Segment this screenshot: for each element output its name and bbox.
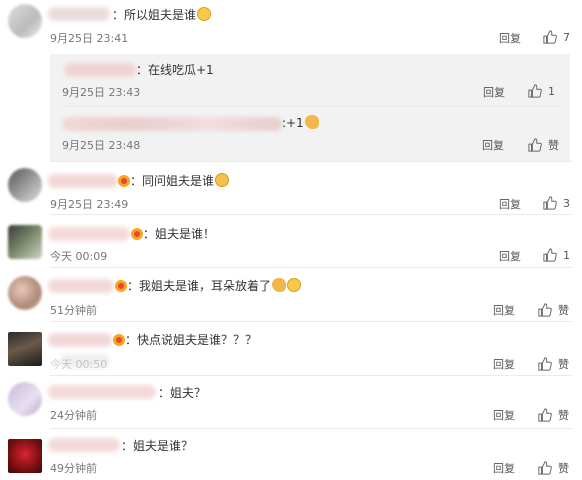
like-button[interactable]: 1 [543,248,570,262]
sub-like-button[interactable]: 赞 [528,137,559,153]
comment-text: ：姐夫？ [158,386,207,400]
like-button[interactable]: 7 [543,30,570,44]
thumbs-up-icon [538,461,552,475]
username[interactable] [48,7,110,21]
username[interactable] [48,227,130,241]
comment-item: ：快点说姐夫是谁？？？ 今天 00:50 回复 赞 [0,322,582,375]
thumbs-up-icon [528,84,542,98]
member-badge-icon [131,228,143,240]
avatar[interactable] [8,382,42,416]
comment-item: ：所以姐夫是谁 9月25日 23:41 回复 7 ：在线吃瓜+1 9月25日 2… [0,0,582,170]
sub-comment-text: :+1 [282,115,319,130]
reply-button[interactable]: 回复 [493,460,515,476]
peace-hand-icon [215,173,230,187]
like-button[interactable]: 赞 [538,356,569,372]
reply-button[interactable]: 回复 [499,30,521,46]
comment-text: ：姐夫是谁！ [131,225,215,242]
sub-username[interactable] [62,117,282,131]
like-button[interactable]: 赞 [538,407,569,423]
comment-text: ：姐夫是谁？ [121,439,194,453]
sub-comment-time: 9月25日 23:43 [62,86,141,99]
comment-time: 24分钟前 [50,409,97,422]
comment-text: ：我姐夫是谁，耳朵放着了 [115,277,302,294]
avatar[interactable] [8,439,42,473]
like-count: 1 [548,84,555,98]
sub-reply-button[interactable]: 回复 [483,84,505,100]
like-count: 7 [563,30,570,44]
username[interactable] [48,438,120,452]
reply-button[interactable]: 回复 [493,356,515,372]
comment-time: 今天 00:09 [50,250,108,263]
avatar[interactable] [8,168,42,202]
like-count: 3 [563,196,570,210]
like-button[interactable]: 赞 [538,460,569,476]
ear-icon [304,115,319,129]
sub-comment-time: 9月25日 23:48 [62,139,141,152]
avatar[interactable] [8,225,42,259]
comment-text: ：所以姐夫是谁 [112,6,212,23]
thumbs-up-icon [528,138,542,152]
username[interactable] [48,333,112,347]
like-count: 赞 [558,304,569,317]
avatar[interactable] [8,332,42,366]
reply-button[interactable]: 回复 [499,248,521,264]
sub-comment-text: ：在线吃瓜+1 [136,63,214,77]
like-count: 赞 [548,139,559,152]
comment-item: ：同问姐夫是谁 9月25日 23:49 回复 3 [0,162,582,214]
avatar[interactable] [8,4,42,38]
comment-item: ：我姐夫是谁，耳朵放着了 51分钟前 回复 赞 [0,268,582,321]
reply-button[interactable]: 回复 [493,302,515,318]
member-badge-icon [118,175,130,187]
thumbs-up-icon [543,196,557,210]
thumbs-up-icon [538,303,552,317]
comment-text: ：快点说姐夫是谁？？？ [113,331,257,348]
avatar[interactable] [8,276,42,310]
username[interactable] [48,279,114,293]
sub-username[interactable] [64,63,136,77]
comment-text: ：同问姐夫是谁 [118,172,230,189]
comment-item: ：姐夫是谁！ 今天 00:09 回复 1 [0,215,582,267]
divider [62,106,562,107]
thumbs-up-icon [538,408,552,422]
reply-button[interactable]: 回复 [499,196,521,212]
sub-reply-button[interactable]: 回复 [482,137,504,153]
thumbs-up-icon [543,248,557,262]
thumbs-up-icon [543,30,557,44]
comment-time: 51分钟前 [50,304,97,317]
comment-time: 9月25日 23:41 [50,32,129,45]
member-badge-icon [115,280,127,292]
comment-time: 今天 00:50 [50,358,108,371]
laughing-face-icon [287,278,302,292]
thumbs-up-icon [538,357,552,371]
comment-time: 9月25日 23:49 [50,198,129,211]
comment-time: 49分钟前 [50,462,97,475]
like-count: 赞 [558,409,569,422]
like-button[interactable]: 3 [543,196,570,210]
like-count: 赞 [558,358,569,371]
username[interactable] [48,174,118,188]
ear-icon [272,278,287,292]
like-button[interactable]: 赞 [538,302,569,318]
username[interactable] [48,385,156,399]
sub-like-button[interactable]: 1 [528,84,555,98]
laughing-face-icon [197,7,212,21]
like-count: 赞 [558,462,569,475]
member-badge-icon [113,334,125,346]
comment-item: ：姐夫是谁？ 49分钟前 回复 赞 [0,429,582,480]
like-count: 1 [563,248,570,262]
comment-item: ：姐夫？ 24分钟前 回复 赞 [0,376,582,428]
reply-button[interactable]: 回复 [493,407,515,423]
